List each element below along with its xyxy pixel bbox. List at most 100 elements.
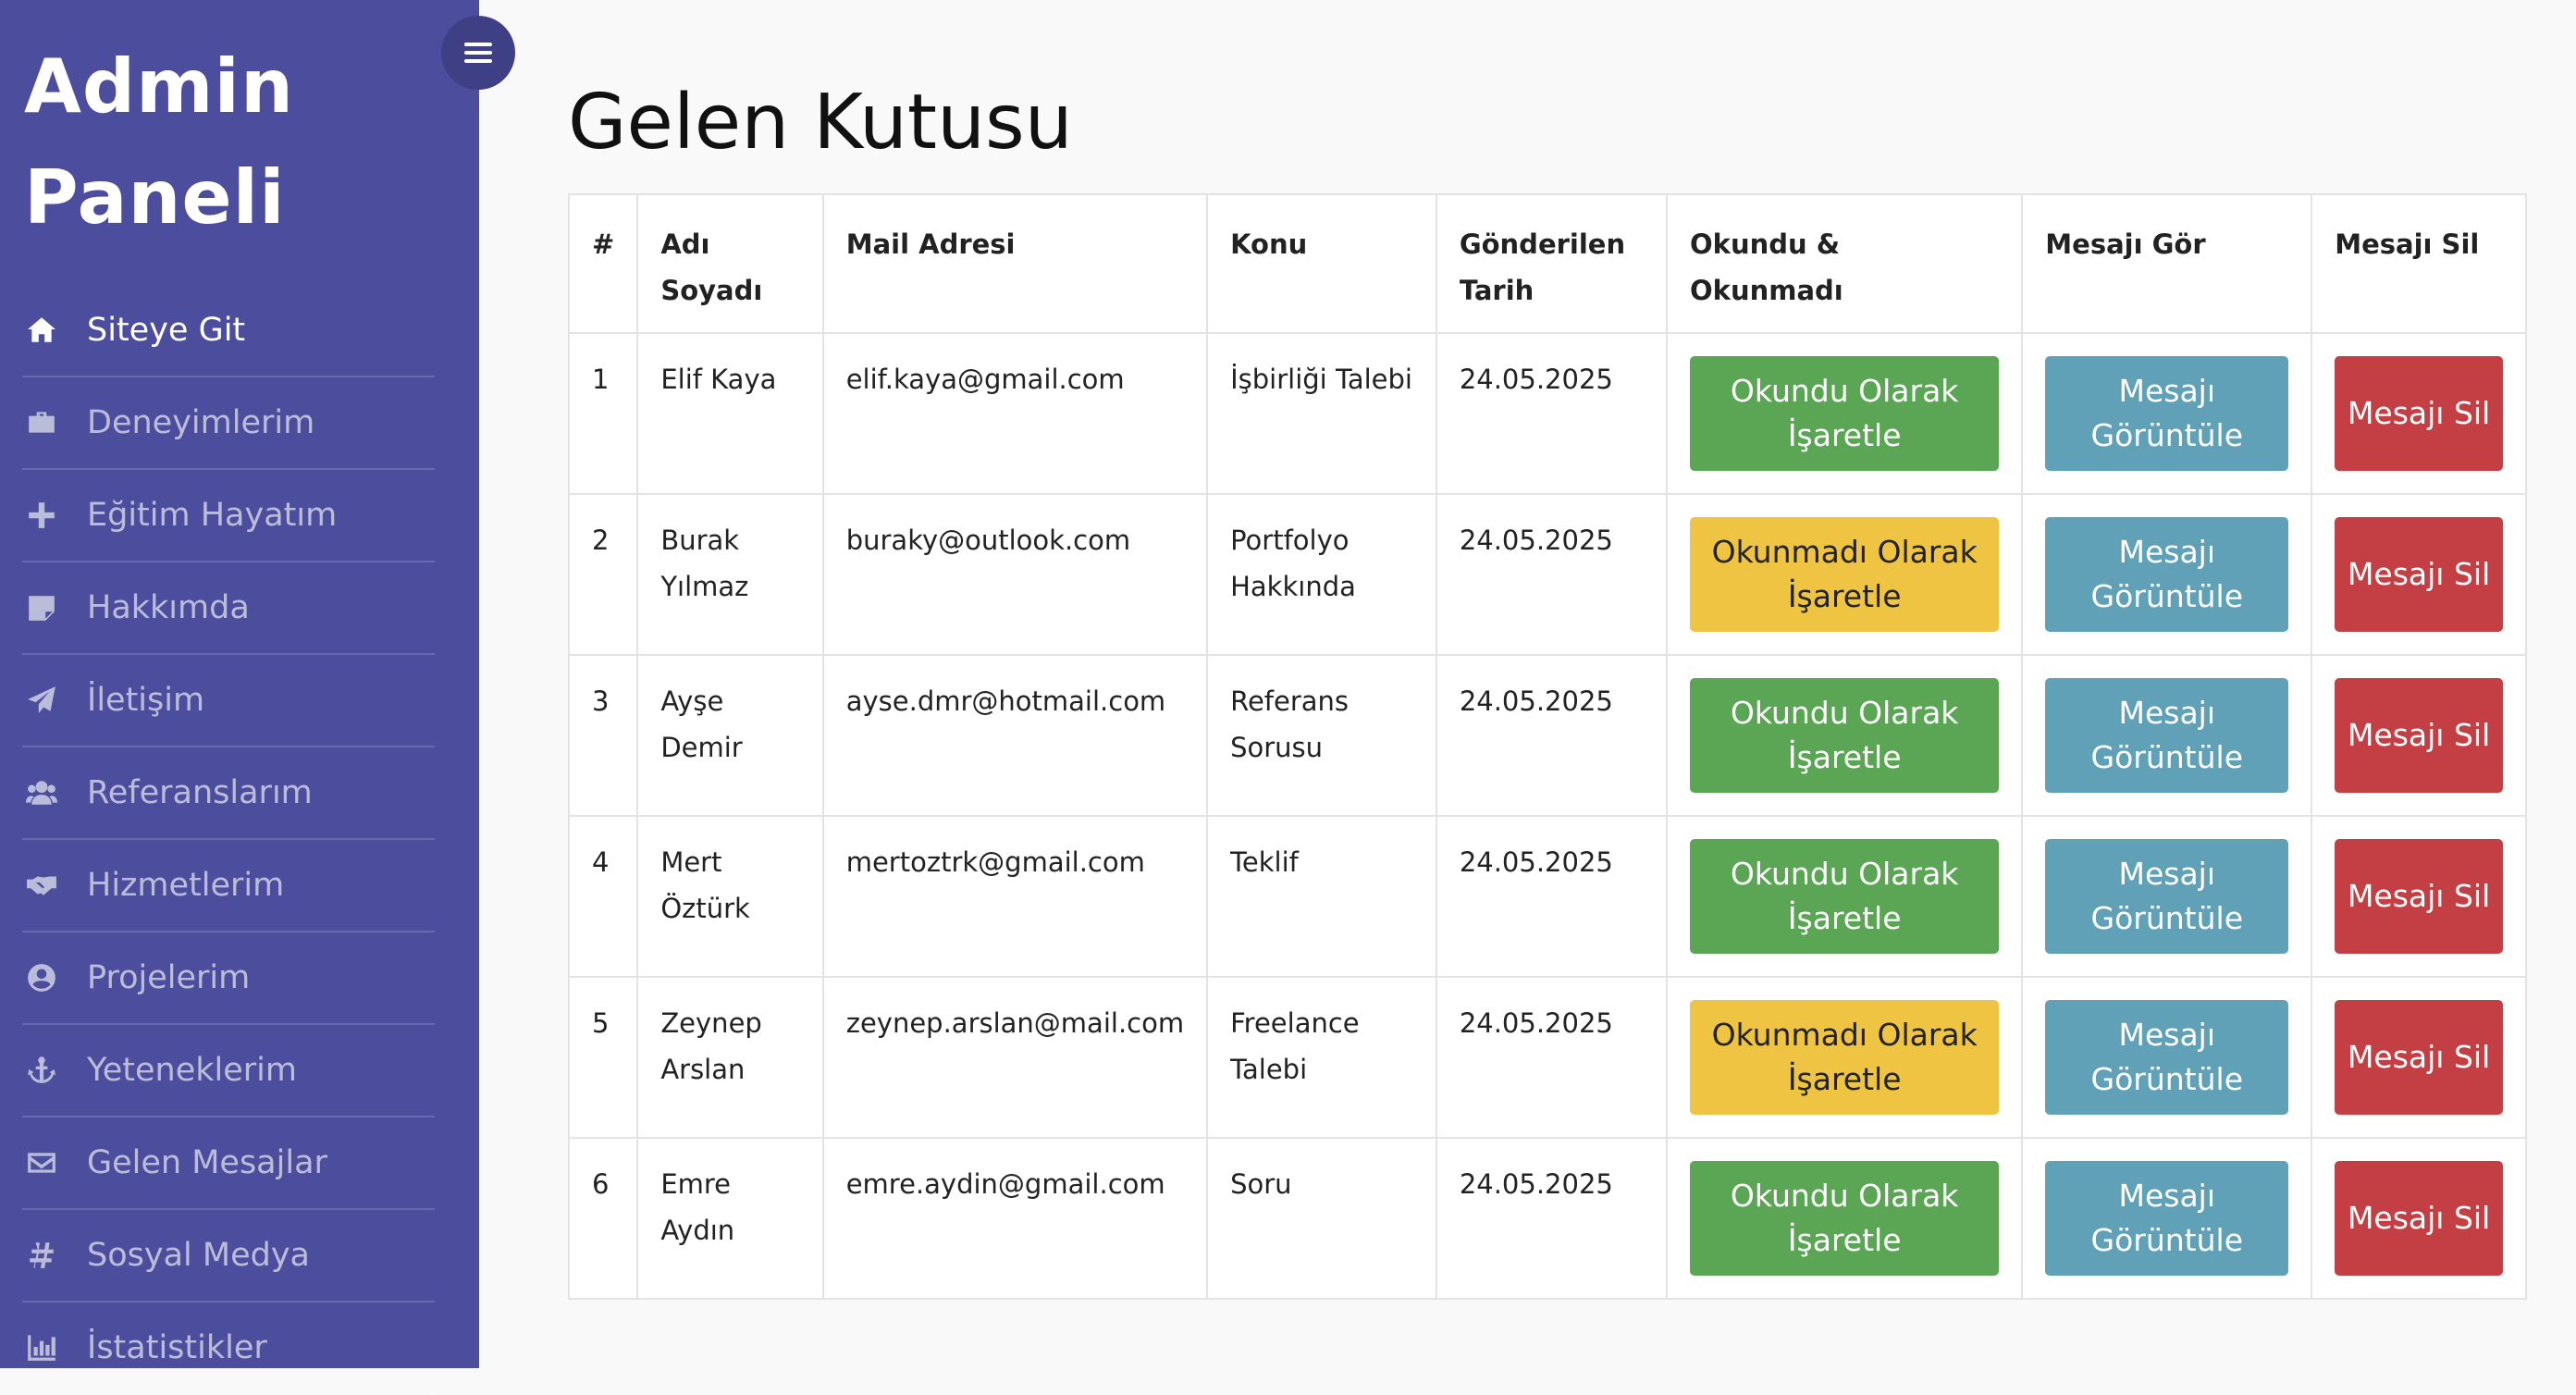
users-icon bbox=[22, 773, 61, 812]
message-subject: Soru bbox=[1206, 1137, 1437, 1300]
mark-read-button[interactable]: Okundu Olarak İşaretle bbox=[1690, 356, 2000, 471]
header-date: Gönderilen Tarih bbox=[1435, 193, 1669, 334]
view-cell: Mesajı Görüntüle bbox=[2021, 332, 2313, 495]
mark-unread-button[interactable]: Okunmadı Olarak İşaretle bbox=[1690, 517, 2000, 632]
sender-name: Elif Kaya bbox=[636, 332, 824, 495]
delete-message-button[interactable]: Mesajı Sil bbox=[2335, 839, 2503, 954]
mark-read-button[interactable]: Okundu Olarak İşaretle bbox=[1690, 839, 2000, 954]
sidebar-item-5[interactable]: Referanslarım bbox=[22, 747, 435, 840]
read-status-cell: Okunmadı Olarak İşaretle bbox=[1666, 493, 2024, 656]
sent-date: 24.05.2025 bbox=[1435, 493, 1669, 656]
view-message-button[interactable]: Mesajı Görüntüle bbox=[2045, 839, 2289, 954]
paper-plane-icon bbox=[22, 681, 61, 720]
message-subject: Referans Sorusu bbox=[1206, 654, 1437, 817]
sidebar-item-label: Hakkımda bbox=[87, 589, 250, 626]
sidebar-item-1[interactable]: Deneyimlerim bbox=[22, 377, 435, 470]
inbox-table: # Adı Soyadı Mail Adresi Konu Gönderilen… bbox=[567, 193, 2527, 1300]
view-cell: Mesajı Görüntüle bbox=[2021, 976, 2313, 1139]
anchor-icon bbox=[22, 1051, 61, 1090]
sidebar-item-label: Eğitim Hayatım bbox=[87, 497, 338, 534]
sidebar-item-6[interactable]: Hizmetlerim bbox=[22, 840, 435, 932]
hamburger-icon bbox=[464, 43, 492, 63]
delete-message-button[interactable]: Mesajı Sil bbox=[2335, 1000, 2503, 1115]
read-status-cell: Okunmadı Olarak İşaretle bbox=[1666, 976, 2024, 1139]
sidebar-item-4[interactable]: İletişim bbox=[22, 655, 435, 747]
view-message-button[interactable]: Mesajı Görüntüle bbox=[2045, 678, 2289, 793]
row-number: 2 bbox=[567, 493, 639, 656]
header-view: Mesajı Gör bbox=[2021, 193, 2313, 334]
sidebar: Admin Paneli Siteye Git Deneyimlerim Eğiti… bbox=[0, 0, 479, 1395]
header-name: Adı Soyadı bbox=[636, 193, 824, 334]
sender-email: mertoztrk@gmail.com bbox=[821, 815, 1209, 978]
mark-read-button[interactable]: Okundu Olarak İşaretle bbox=[1690, 1161, 2000, 1276]
sidebar-item-9[interactable]: Gelen Mesajlar bbox=[22, 1117, 435, 1210]
sidebar-item-7[interactable]: Projelerim bbox=[22, 932, 435, 1025]
table-row: 2 Burak Yılmaz buraky@outlook.com Portfolyo… bbox=[567, 493, 2527, 656]
view-cell: Mesajı Görüntüle bbox=[2021, 815, 2313, 978]
sender-email: elif.kaya@gmail.com bbox=[821, 332, 1209, 495]
delete-cell: Mesajı Sil bbox=[2311, 332, 2527, 495]
delete-message-button[interactable]: Mesajı Sil bbox=[2335, 356, 2503, 471]
table-row: 6 Emre Aydın emre.aydin@gmail.com Soru 24.05… bbox=[567, 1137, 2527, 1300]
sidebar-toggle-button[interactable] bbox=[441, 16, 515, 90]
view-message-button[interactable]: Mesajı Görüntüle bbox=[2045, 1161, 2289, 1276]
view-message-button[interactable]: Mesajı Görüntüle bbox=[2045, 356, 2289, 471]
sent-date: 24.05.2025 bbox=[1435, 976, 1669, 1139]
read-status-cell: Okundu Olarak İşaretle bbox=[1666, 332, 2024, 495]
sender-name: Zeynep Arslan bbox=[636, 976, 824, 1139]
mark-read-button[interactable]: Okundu Olarak İşaretle bbox=[1690, 678, 2000, 793]
delete-message-button[interactable]: Mesajı Sil bbox=[2335, 678, 2503, 793]
sidebar-item-3[interactable]: Hakkımda bbox=[22, 562, 435, 655]
read-status-cell: Okundu Olarak İşaretle bbox=[1666, 815, 2024, 978]
sidebar-item-label: Siteye Git bbox=[87, 312, 246, 349]
delete-cell: Mesajı Sil bbox=[2311, 654, 2527, 817]
mark-unread-button[interactable]: Okunmadı Olarak İşaretle bbox=[1690, 1000, 2000, 1115]
sidebar-item-8[interactable]: Yeteneklerim bbox=[22, 1025, 435, 1117]
sent-date: 24.05.2025 bbox=[1435, 815, 1669, 978]
sender-email: buraky@outlook.com bbox=[821, 493, 1209, 656]
plus-icon bbox=[22, 496, 61, 535]
sidebar-item-label: Deneyimlerim bbox=[87, 404, 315, 441]
table-row: 4 Mert Öztürk mertoztrk@gmail.com Teklif 24.… bbox=[567, 815, 2527, 978]
sticky-note-icon bbox=[22, 588, 61, 627]
sent-date: 24.05.2025 bbox=[1435, 1137, 1669, 1300]
sidebar-menu: Siteye Git Deneyimlerim Eğitim Hayatım Hakk… bbox=[0, 285, 479, 1395]
delete-message-button[interactable]: Mesajı Sil bbox=[2335, 517, 2503, 632]
sidebar-item-label: Projelerim bbox=[87, 959, 251, 996]
delete-cell: Mesajı Sil bbox=[2311, 976, 2527, 1139]
view-message-button[interactable]: Mesajı Görüntüle bbox=[2045, 1000, 2289, 1115]
sidebar-item-10[interactable]: Sosyal Medya bbox=[22, 1210, 435, 1302]
view-message-button[interactable]: Mesajı Görüntüle bbox=[2045, 517, 2289, 632]
table-body: 1 Elif Kaya elif.kaya@gmail.com İşbirliği T… bbox=[567, 332, 2527, 1300]
delete-cell: Mesajı Sil bbox=[2311, 815, 2527, 978]
view-cell: Mesajı Görüntüle bbox=[2021, 654, 2313, 817]
table-row: 5 Zeynep Arslan zeynep.arslan@mail.com Free… bbox=[567, 976, 2527, 1139]
row-number: 4 bbox=[567, 815, 639, 978]
delete-message-button[interactable]: Mesajı Sil bbox=[2335, 1161, 2503, 1276]
table-header-row: # Adı Soyadı Mail Adresi Konu Gönderilen… bbox=[567, 193, 2527, 334]
briefcase-icon bbox=[22, 403, 61, 442]
sidebar-item-0[interactable]: Siteye Git bbox=[22, 285, 435, 377]
sender-name: Emre Aydın bbox=[636, 1137, 824, 1300]
user-circle-icon bbox=[22, 958, 61, 997]
delete-cell: Mesajı Sil bbox=[2311, 493, 2527, 656]
sidebar-item-2[interactable]: Eğitim Hayatım bbox=[22, 470, 435, 562]
sidebar-item-label: İstatistikler bbox=[87, 1329, 267, 1366]
sidebar-item-label: İletişim bbox=[87, 682, 205, 719]
sidebar-item-label: Gelen Mesajlar bbox=[87, 1144, 327, 1181]
row-number: 5 bbox=[567, 976, 639, 1139]
page-title: Gelen Kutusu bbox=[568, 79, 1073, 167]
sidebar-item-11[interactable]: İstatistikler bbox=[22, 1302, 435, 1395]
view-cell: Mesajı Görüntüle bbox=[2021, 1137, 2313, 1300]
brand-title: Admin Paneli bbox=[24, 31, 294, 253]
view-cell: Mesajı Görüntüle bbox=[2021, 493, 2313, 656]
table-row: 3 Ayşe Demir ayse.dmr@hotmail.com Referans … bbox=[567, 654, 2527, 817]
message-subject: İşbirliği Talebi bbox=[1206, 332, 1437, 495]
brand-line-1: Admin bbox=[24, 43, 294, 130]
sent-date: 24.05.2025 bbox=[1435, 332, 1669, 495]
sidebar-item-label: Sosyal Medya bbox=[87, 1237, 310, 1274]
sender-name: Ayşe Demir bbox=[636, 654, 824, 817]
sent-date: 24.05.2025 bbox=[1435, 654, 1669, 817]
brand-line-2: Paneli bbox=[24, 154, 286, 241]
header-read-status: Okundu & Okunmadı bbox=[1666, 193, 2024, 334]
